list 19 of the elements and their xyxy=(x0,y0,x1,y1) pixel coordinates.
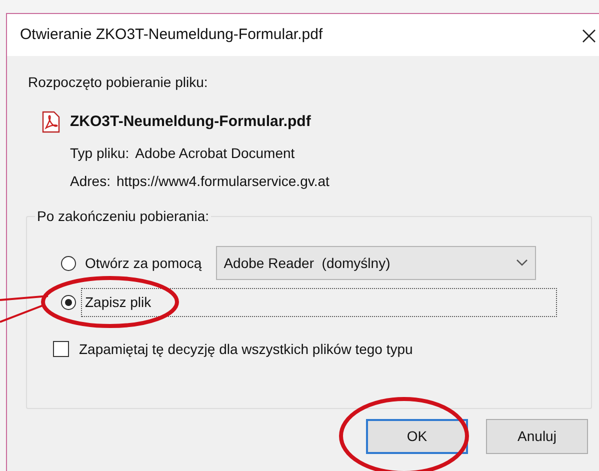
checkbox[interactable] xyxy=(53,341,69,357)
window-title: Otwieranie ZKO3T-Neumeldung-Formular.pdf xyxy=(20,24,323,45)
file-name: ZKO3T-Neumeldung-Formular.pdf xyxy=(70,112,311,132)
radio-button[interactable] xyxy=(61,256,76,270)
app-dropdown[interactable]: Adobe Reader (domyślny) xyxy=(216,246,536,280)
pdf-file-icon xyxy=(40,111,62,134)
dialog-button[interactable]: OK xyxy=(366,418,468,454)
field-label: Typ pliku: xyxy=(70,144,130,163)
close-icon[interactable] xyxy=(582,29,596,43)
field-label: Adres: xyxy=(70,172,110,190)
radio-label[interactable]: Otwórz za pomocą xyxy=(81,248,206,278)
file-address: https://www4.formularservice.gv.at xyxy=(116,172,330,191)
checkbox-label[interactable]: Zapamiętaj tę decyzję dla wszystkich plików tego typu xyxy=(79,338,413,360)
file-type: Adobe Acrobat Document xyxy=(135,144,295,162)
dialog-button[interactable]: Anuluj xyxy=(486,418,588,454)
radio-button[interactable] xyxy=(61,294,76,310)
radio-label[interactable]: Zapisz plik xyxy=(81,288,557,316)
intro-text: Rozpoczęto pobieranie pliku: xyxy=(28,73,209,92)
chevron-down-icon xyxy=(516,259,528,267)
